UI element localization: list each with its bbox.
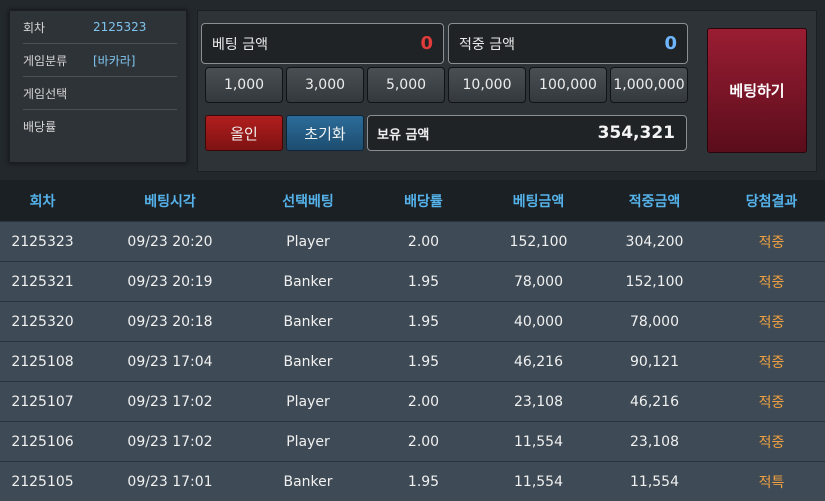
table-header: 회차 베팅시각 선택베팅 배당률 베팅금액 적중금액 당첨결과 (0, 180, 825, 221)
balance-value: 354,321 (597, 123, 675, 143)
cell-result: 적중 (758, 354, 785, 371)
balance-display: 보유 금액 354,321 (367, 115, 687, 151)
cell-odds: 2.00 (407, 233, 440, 250)
cell-bet-time: 09/23 20:19 (127, 273, 213, 290)
header-odds: 배당률 (404, 193, 443, 210)
cell-odds: 1.95 (407, 313, 440, 330)
cell-round: 2125106 (11, 433, 74, 450)
cell-bet-time: 09/23 17:02 (127, 393, 213, 410)
cell-bet-amount: 40,000 (514, 313, 563, 330)
cell-selection: Banker (283, 313, 333, 330)
cell-round: 2125108 (11, 353, 74, 370)
category-value: [바카라] (93, 53, 136, 68)
bet-amount-label: 베팅 금액 (212, 36, 268, 53)
win-amount-value: 0 (664, 33, 677, 54)
header-result: 당첨결과 (745, 193, 798, 210)
category-label: 게임분류 (23, 53, 68, 68)
selection-label: 게임선택 (23, 86, 68, 101)
chip-button-1000[interactable]: 1,000 (205, 67, 283, 103)
cell-round: 2125320 (11, 313, 74, 330)
header-win-amount: 적중금액 (628, 193, 681, 210)
win-amount-display: 적중 금액 0 (448, 23, 688, 64)
header-selection: 선택베팅 (282, 193, 334, 210)
chip-button-3000[interactable]: 3,000 (286, 67, 364, 103)
cell-result: 적중 (758, 314, 785, 331)
table-row: 2125323 09/23 20:20 Player 2.00 152,100 … (0, 221, 825, 261)
cell-result: 적특 (758, 474, 785, 491)
chip-button-5000[interactable]: 5,000 (367, 67, 445, 103)
cell-odds: 1.95 (407, 473, 440, 490)
cell-bet-amount: 152,100 (509, 233, 568, 250)
all-in-button[interactable]: 올인 (205, 115, 283, 151)
category-row: 게임분류 [바카라] (23, 44, 177, 77)
table-row: 2125106 09/23 17:02 Player 2.00 11,554 2… (0, 421, 825, 461)
cell-odds: 2.00 (407, 393, 440, 410)
win-amount-label: 적중 금액 (459, 36, 515, 53)
chip-button-100000[interactable]: 100,000 (529, 67, 607, 103)
chip-button-10000[interactable]: 10,000 (448, 67, 526, 103)
selection-row: 게임선택 (23, 77, 177, 110)
cell-selection: Banker (283, 353, 333, 370)
cell-bet-amount: 11,554 (514, 473, 563, 490)
bet-amount-display: 베팅 금액 0 (201, 23, 444, 64)
cell-win-amount: 46,216 (630, 393, 679, 410)
table-row: 2125105 09/23 17:01 Banker 1.95 11,554 1… (0, 461, 825, 501)
cell-win-amount: 90,121 (630, 353, 679, 370)
bet-amount-value: 0 (420, 33, 433, 54)
table-row: 2125107 09/23 17:02 Player 2.00 23,108 4… (0, 381, 825, 421)
cell-round: 2125321 (11, 273, 74, 290)
bet-history-table: 회차 베팅시각 선택베팅 배당률 베팅금액 적중금액 당첨결과 2125323 … (0, 180, 825, 501)
header-bet-time: 베팅시각 (144, 193, 196, 210)
odds-label: 배당률 (23, 120, 57, 134)
cell-result: 적중 (758, 394, 785, 411)
bet-panel: 베팅 금액 0 적중 금액 0 1,000 3,000 5,000 10,000… (197, 10, 817, 172)
header-bet-amount: 베팅금액 (512, 193, 565, 210)
cell-win-amount: 11,554 (630, 473, 679, 490)
balance-label: 보유 금액 (377, 127, 430, 143)
cell-result: 적중 (758, 434, 785, 451)
bet-control-area: 회차 2125323 게임분류 [바카라] 게임선택 배당률 베팅 금액 0 적… (0, 0, 825, 176)
table-row: 2125321 09/23 20:19 Banker 1.95 78,000 1… (0, 261, 825, 301)
table-row: 2125320 09/23 20:18 Banker 1.95 40,000 7… (0, 301, 825, 341)
cell-win-amount: 23,108 (630, 433, 679, 450)
game-info-panel: 회차 2125323 게임분류 [바카라] 게임선택 배당률 (9, 10, 187, 163)
cell-bet-amount: 78,000 (514, 273, 563, 290)
odds-row: 배당률 (23, 110, 177, 143)
cell-selection: Banker (283, 473, 333, 490)
cell-odds: 1.95 (407, 353, 440, 370)
round-value: 2125323 (93, 20, 147, 34)
cell-bet-time: 09/23 20:20 (127, 233, 213, 250)
cell-bet-time: 09/23 17:01 (127, 473, 213, 490)
reset-button[interactable]: 초기화 (286, 115, 364, 151)
cell-bet-amount: 46,216 (514, 353, 563, 370)
cell-odds: 1.95 (407, 273, 440, 290)
header-round: 회차 (29, 193, 56, 210)
cell-result: 적중 (758, 234, 785, 251)
cell-result: 적중 (758, 274, 785, 291)
cell-win-amount: 78,000 (630, 313, 679, 330)
cell-round: 2125323 (11, 233, 74, 250)
cell-selection: Player (286, 233, 330, 250)
cell-bet-time: 09/23 20:18 (127, 313, 213, 330)
cell-win-amount: 152,100 (625, 273, 684, 290)
cell-bet-amount: 11,554 (514, 433, 563, 450)
cell-selection: Banker (283, 273, 333, 290)
cell-bet-time: 09/23 17:04 (127, 353, 213, 370)
cell-round: 2125105 (11, 473, 74, 490)
round-row: 회차 2125323 (23, 11, 177, 44)
place-bet-button[interactable]: 베팅하기 (707, 28, 807, 153)
cell-selection: Player (286, 433, 330, 450)
cell-bet-amount: 23,108 (514, 393, 563, 410)
chip-button-1000000[interactable]: 1,000,000 (610, 67, 688, 103)
table-row: 2125108 09/23 17:04 Banker 1.95 46,216 9… (0, 341, 825, 381)
cell-round: 2125107 (11, 393, 74, 410)
cell-win-amount: 304,200 (625, 233, 684, 250)
cell-selection: Player (286, 393, 330, 410)
cell-bet-time: 09/23 17:02 (127, 433, 213, 450)
cell-odds: 2.00 (407, 433, 440, 450)
round-label: 회차 (23, 20, 46, 35)
